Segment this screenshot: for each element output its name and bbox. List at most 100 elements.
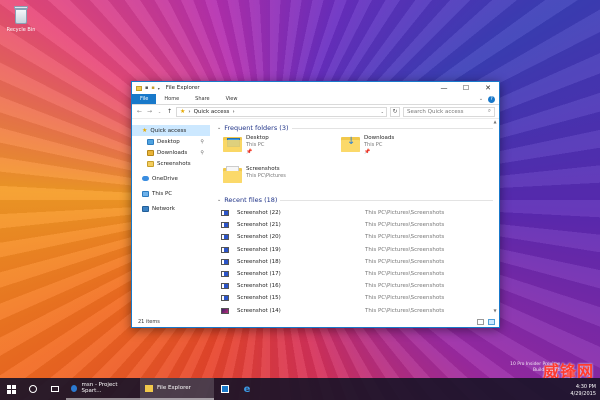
taskbar-app-browser[interactable]: msn - Project Spart... [66, 378, 140, 400]
nav-item-this-pc[interactable]: This PC [132, 188, 210, 199]
nav-item-label: Downloads [157, 149, 188, 156]
file-path: This PC\Pictures\Screenshots [365, 234, 445, 241]
maximize-button[interactable]: ☐ [455, 82, 477, 94]
nav-item-label: Quick access [150, 127, 187, 134]
address-toolbar: ← → ⌄ ↑ ★ › Quick access › ⌄ ↻ Search Qu… [132, 105, 499, 119]
nav-item-label: Screenshots [157, 160, 191, 167]
pin-icon: 📌 [364, 149, 371, 155]
list-item[interactable]: Screenshot (14) This PC\Pictures\Screensh… [217, 305, 499, 317]
file-name: Screenshot (20) [237, 234, 281, 241]
nav-item-desktop[interactable]: Desktop ⚲ [132, 136, 210, 147]
list-item[interactable]: Screenshot (15) This PC\Pictures\Screensh… [217, 292, 499, 304]
minimize-button[interactable]: — [433, 82, 455, 94]
address-bar[interactable]: ★ › Quick access › ⌄ [176, 106, 387, 117]
task-view-button[interactable] [44, 378, 66, 400]
taskbar-store-button[interactable] [214, 378, 236, 400]
recycle-bin[interactable]: Recycle Bin [4, 6, 38, 33]
taskbar-app-file-explorer[interactable]: File Explorer [140, 378, 214, 400]
pin-icon: ⚲ [200, 149, 204, 156]
search-input[interactable]: Search Quick access ⌕ [403, 106, 495, 117]
nav-item-onedrive[interactable]: OneDrive [132, 173, 210, 184]
folder-location: This PC [246, 142, 265, 148]
refresh-button[interactable]: ↻ [390, 106, 400, 117]
window-title: File Explorer [165, 85, 200, 91]
nav-item-screenshots[interactable]: Screenshots [132, 158, 210, 169]
tab-view[interactable]: View [218, 94, 246, 104]
folder-icon [147, 160, 154, 167]
list-item[interactable]: Screenshot (17) This PC\Pictures\Screensh… [217, 268, 499, 280]
list-item[interactable]: Screenshot (20) This PC\Pictures\Screensh… [217, 231, 499, 243]
pin-icon: ⚲ [200, 138, 204, 145]
frequent-folders-header[interactable]: ⌄ Frequent folders (3) [217, 123, 499, 133]
scroll-down-icon[interactable]: ▼ [491, 308, 499, 316]
navigation-pane: ★ Quick access Desktop ⚲ Downloads ⚲ Scr… [132, 119, 210, 316]
vertical-scrollbar[interactable]: ▲ ▼ [491, 119, 499, 316]
file-path: This PC\Pictures\Screenshots [365, 271, 445, 278]
title-bar[interactable]: ▪ ▪ ▾ File Explorer — ☐ ✕ [132, 82, 499, 94]
forward-arrow-icon[interactable]: → [146, 108, 153, 115]
file-name: Screenshot (22) [237, 210, 281, 217]
recent-locations-chevron-icon[interactable]: ⌄ [156, 109, 163, 114]
list-item[interactable]: Screenshot (16) This PC\Pictures\Screensh… [217, 280, 499, 292]
task-view-icon [51, 386, 59, 392]
up-arrow-icon[interactable]: ↑ [166, 108, 173, 115]
taskbar-browser-button[interactable]: e [236, 384, 258, 395]
pin-icon: 📌 [246, 149, 253, 155]
close-button[interactable]: ✕ [477, 82, 499, 94]
quick-access-toolbar: ▪ ▪ ▾ [136, 85, 160, 91]
tab-home[interactable]: Home [156, 94, 187, 104]
recent-files-header[interactable]: ⌄ Recent files (18) [217, 195, 499, 205]
address-path[interactable]: Quick access [194, 109, 230, 115]
taskbar-app-label: File Explorer [157, 385, 191, 391]
content-area: ★ Quick access Desktop ⚲ Downloads ⚲ Scr… [132, 119, 499, 316]
folder-icon [145, 384, 153, 392]
image-file-icon [221, 283, 229, 290]
address-separator: › [232, 108, 235, 115]
list-item[interactable]: Screenshot (18) This PC\Pictures\Screensh… [217, 256, 499, 268]
list-item[interactable]: Screenshot (22) This PC\Pictures\Screensh… [217, 207, 499, 219]
scroll-up-icon[interactable]: ▲ [491, 119, 499, 127]
e-browser-icon: e [243, 383, 251, 395]
image-file-icon [221, 271, 229, 278]
customize-toolbar-chevron-icon[interactable]: ▾ [158, 86, 160, 91]
properties-icon[interactable]: ▪ [145, 85, 148, 91]
file-path: This PC\Pictures\Screenshots [365, 295, 445, 302]
windows-logo-icon [6, 384, 16, 394]
frequent-folder-desktop[interactable]: Desktop This PC 📌 [223, 135, 343, 155]
folder-name: Downloads [364, 135, 395, 141]
collapse-chevron-icon[interactable]: ⌄ [217, 197, 221, 203]
file-path: This PC\Pictures\Screenshots [365, 246, 445, 253]
new-folder-icon[interactable]: ▪ [151, 85, 154, 91]
file-name: Screenshot (15) [237, 295, 281, 302]
nav-item-label: Desktop [157, 138, 180, 145]
frequent-folder-screenshots[interactable]: Screenshots This PC\Pictures [223, 166, 343, 183]
tab-file[interactable]: File [132, 94, 157, 104]
list-item[interactable]: Screenshot (21) This PC\Pictures\Screensh… [217, 219, 499, 231]
expand-ribbon-chevron-icon[interactable]: ⌄ [474, 94, 488, 104]
ribbon-tabs: File Home Share View ⌄ ? [132, 94, 499, 105]
details-view-icon[interactable] [477, 318, 484, 325]
tab-share[interactable]: Share [187, 94, 217, 104]
start-button[interactable] [0, 378, 22, 400]
help-button[interactable]: ? [488, 95, 495, 103]
nav-item-quick-access[interactable]: ★ Quick access [132, 125, 210, 136]
item-count: 21 items [138, 318, 160, 325]
taskbar: msn - Project Spart... File Explorer e 4… [0, 378, 600, 400]
large-icons-view-icon[interactable] [488, 318, 495, 325]
folder-icon [223, 166, 242, 183]
cortana-icon [29, 385, 37, 393]
recycle-bin-label: Recycle Bin [6, 27, 36, 33]
address-dropdown-chevron-icon[interactable]: ⌄ [381, 109, 386, 114]
system-clock[interactable]: 4:30 PM 4/29/2015 [570, 384, 596, 398]
list-item[interactable]: Screenshot (19) This PC\Pictures\Screensh… [217, 244, 499, 256]
nav-item-downloads[interactable]: Downloads ⚲ [132, 147, 210, 158]
frequent-folder-downloads[interactable]: ↓ Downloads This PC 📌 [341, 135, 461, 155]
search-icon: ⌕ [487, 108, 491, 114]
desktop-folder-icon [223, 135, 242, 152]
back-arrow-icon[interactable]: ← [136, 108, 143, 115]
image-file-icon [221, 258, 229, 265]
collapse-chevron-icon[interactable]: ⌄ [217, 125, 221, 131]
search-button[interactable] [22, 378, 44, 400]
nav-item-network[interactable]: Network [132, 203, 210, 214]
quick-access-star-icon: ★ [180, 108, 186, 115]
